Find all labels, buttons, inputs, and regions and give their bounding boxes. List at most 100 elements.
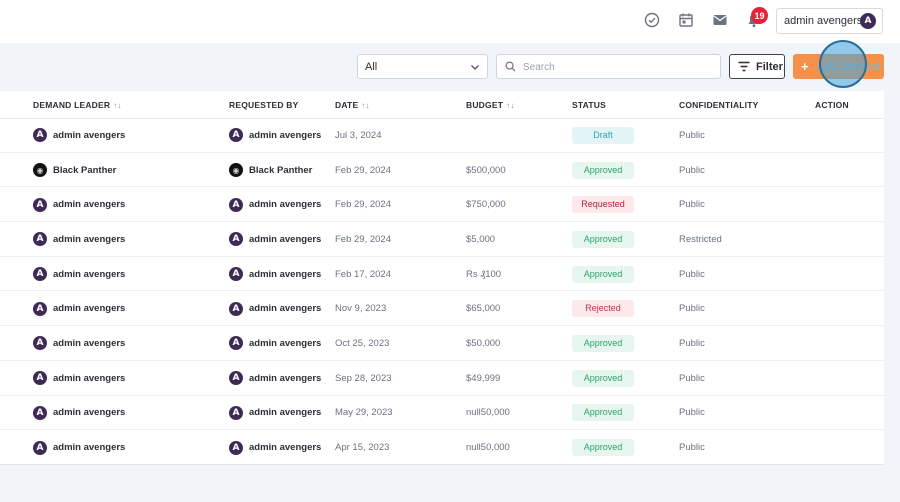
budget-cell: null50,000 (466, 407, 510, 419)
date-cell: Feb 29, 2024 (335, 164, 391, 176)
avatar: A (33, 301, 47, 316)
column-label: REQUESTED BY (229, 100, 299, 110)
budget-cell: $500,000 (466, 164, 506, 176)
column-header-date[interactable]: DATE ↑↓ (335, 100, 370, 110)
add-demand-button[interactable]: + Add Demand (793, 54, 884, 79)
demand-leader-name: admin avengers (53, 442, 126, 454)
avatar: A (229, 197, 243, 212)
budget-cell: $50,000 (466, 337, 501, 349)
confidentiality-cell: Public (679, 407, 705, 419)
date-cell: Feb 29, 2024 (335, 233, 391, 245)
demand-leader-cell: Aadmin avengers (33, 187, 125, 222)
search-field[interactable] (496, 54, 721, 79)
confidentiality-cell: Public (679, 129, 705, 141)
demand-leader-name: admin avengers (53, 303, 126, 315)
table-row[interactable]: Aadmin avengers Aadmin avengers Feb 29, 20… (0, 222, 884, 257)
requested-by-cell: Aadmin avengers (229, 326, 321, 361)
status-badge: Approved (572, 439, 634, 457)
confidentiality-cell: Public (679, 199, 705, 211)
avatar: A (33, 336, 47, 351)
demand-leader-cell: Aadmin avengers (33, 222, 125, 257)
avatar: A (229, 232, 243, 247)
status-badge: Draft (572, 126, 634, 144)
requested-by-cell: Aadmin avengers (229, 222, 321, 257)
avatar: A (33, 197, 47, 212)
demand-leader-name: Black Panther (53, 164, 117, 176)
budget-cell: $5,000 (466, 233, 496, 245)
column-label: BUDGET (466, 100, 504, 110)
column-label: DATE (335, 100, 359, 110)
column-header-requested-by: REQUESTED BY (229, 100, 298, 110)
demand-table: DEMAND LEADER ↑↓ REQUESTED BY DATE ↑↓ BUDG… (0, 91, 884, 465)
requested-by-cell: Aadmin avengers (229, 396, 321, 431)
requested-by-name: admin avengers (249, 303, 322, 315)
table-row[interactable]: Aadmin avengers Aadmin avengers Apr 15, 20… (0, 430, 884, 465)
sort-icon[interactable]: ↑↓ (113, 101, 121, 110)
add-demand-label: Add Demand (816, 60, 881, 73)
table-row[interactable]: Aadmin avengers Aadmin avengers Feb 17, 20… (0, 257, 884, 292)
requested-by-cell: Aadmin avengers (229, 257, 321, 292)
column-label: ACTION (815, 100, 849, 110)
check-circle-icon[interactable] (643, 11, 661, 29)
chevron-down-icon (470, 62, 480, 75)
column-header-action: ACTION (815, 100, 849, 110)
column-header-demand-leader[interactable]: DEMAND LEADER ↑↓ (33, 100, 122, 110)
avatar: A (33, 440, 47, 455)
notification-badge: 19 (751, 7, 768, 24)
user-name: admin avengers (784, 15, 863, 27)
requested-by-cell: Aadmin avengers (229, 361, 321, 396)
confidentiality-cell: Public (679, 442, 705, 454)
filter-icon (738, 61, 750, 72)
user-menu-button[interactable]: admin avengers A (776, 8, 883, 34)
confidentiality-cell: Public (679, 164, 705, 176)
search-input[interactable] (521, 58, 715, 77)
requested-by-cell: Aadmin avengers (229, 118, 321, 153)
calendar-icon[interactable] (677, 11, 695, 29)
avatar: A (229, 405, 243, 420)
date-cell: Oct 25, 2023 (335, 337, 390, 349)
confidentiality-cell: Public (679, 303, 705, 315)
status-badge: Approved (572, 161, 634, 179)
requested-by-name: Black Panther (249, 164, 313, 176)
status-badge: Requested (572, 196, 634, 214)
avatar: ◉ (33, 163, 47, 178)
avatar: A (229, 371, 243, 386)
sort-icon[interactable]: ↑↓ (506, 101, 514, 110)
demand-leader-name: admin avengers (53, 407, 126, 419)
status-cell: Approved (572, 222, 634, 257)
table-body: Aadmin avengers Aadmin avengers Jul 3, 202… (0, 118, 884, 465)
avatar: A (229, 128, 243, 143)
search-icon (505, 61, 516, 72)
demand-leader-cell: Aadmin avengers (33, 257, 125, 292)
table-row[interactable]: Aadmin avengers Aadmin avengers Nov 9, 202… (0, 291, 884, 327)
table-row[interactable]: Aadmin avengers Aadmin avengers Feb 29, 20… (0, 187, 884, 223)
budget-cell: Rs ₰100 (466, 268, 502, 280)
status-badge: Approved (572, 230, 634, 248)
mail-icon[interactable] (711, 11, 729, 29)
filter-button[interactable]: Filter (729, 54, 785, 79)
budget-cell: $65,000 (466, 303, 501, 315)
demand-leader-name: admin avengers (53, 199, 126, 211)
requested-by-cell: Aadmin avengers (229, 291, 321, 326)
status-cell: Rejected (572, 291, 634, 326)
sort-icon[interactable]: ↑↓ (361, 101, 369, 110)
avatar: A (33, 232, 47, 247)
status-cell: Approved (572, 430, 634, 465)
table-row[interactable]: Aadmin avengers Aadmin avengers May 29, 20… (0, 396, 884, 431)
table-row[interactable]: ◉ Black Panther ◉ Black Panther Feb 29, 2024… (0, 153, 884, 188)
requested-by-name: admin avengers (249, 372, 322, 384)
status-badge: Rejected (572, 300, 634, 318)
requested-by-cell: ◉ Black Panther (229, 153, 312, 188)
status-select[interactable]: All (357, 54, 488, 79)
requested-by-name: admin avengers (249, 129, 322, 141)
demand-leader-cell: Aadmin avengers (33, 326, 125, 361)
demand-leader-cell: Aadmin avengers (33, 118, 125, 153)
table-row[interactable]: Aadmin avengers Aadmin avengers Jul 3, 202… (0, 118, 884, 153)
date-cell: Apr 15, 2023 (335, 442, 390, 454)
column-header-budget[interactable]: BUDGET ↑↓ (466, 100, 515, 110)
table-row[interactable]: Aadmin avengers Aadmin avengers Sep 28, 20… (0, 361, 884, 396)
table-row[interactable]: Aadmin avengers Aadmin avengers Oct 25, 20… (0, 326, 884, 361)
avatar: A (33, 371, 47, 386)
demand-leader-name: admin avengers (53, 372, 126, 384)
status-cell: Draft (572, 118, 634, 153)
